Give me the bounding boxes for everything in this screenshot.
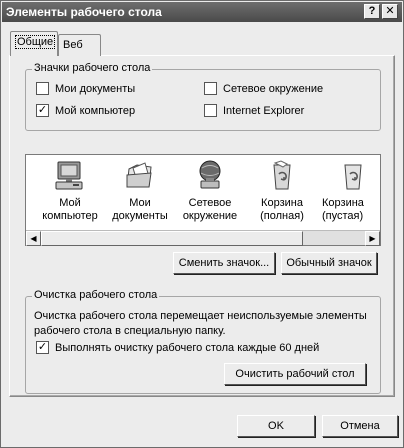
ok-button[interactable]: OK: [237, 415, 315, 437]
list-item-recycle-bin-full-line2: (полная): [260, 210, 304, 222]
list-item-recycle-bin-empty[interactable]: Корзина (пустая): [316, 159, 380, 223]
checkbox-my-computer[interactable]: ✓ Мой компьютер: [36, 104, 135, 117]
computer-icon: [55, 161, 83, 190]
arrow-right-icon: ▶: [369, 234, 376, 243]
scroll-thumb[interactable]: [41, 231, 303, 246]
desktop-cleanup-group: Очистка рабочего стола Очистка рабочего …: [25, 289, 381, 394]
network-icon: [199, 160, 221, 189]
desktop-icon-list[interactable]: Мой компьютер Мои документы Сетевое окру…: [25, 154, 381, 246]
cancel-button[interactable]: Отмена: [322, 415, 398, 437]
default-icon-button[interactable]: Обычный значок: [281, 252, 377, 274]
checkbox-network-places-label: Сетевое окружение: [223, 82, 324, 95]
clean-desktop-button[interactable]: Очистить рабочий стол: [224, 363, 366, 385]
recycle-bin-full-icon: [273, 160, 291, 190]
checkbox-internet-explorer[interactable]: Internet Explorer: [204, 104, 304, 117]
checkbox-my-computer-box[interactable]: ✓: [36, 104, 49, 117]
checkbox-cleanup-box[interactable]: ✓: [36, 341, 49, 354]
checkbox-cleanup-label: Выполнять очистку рабочего стола каждые …: [55, 341, 320, 354]
checkbox-my-documents-label: Мои документы: [55, 82, 136, 95]
dialog-window: Элементы рабочего стола ? ✕ Общие Веб Зн…: [0, 0, 404, 448]
list-item-network-places-line2: окружение: [182, 210, 238, 222]
list-item-my-documents-line1: Мои: [129, 197, 151, 209]
change-icon-button[interactable]: Сменить значок...: [173, 252, 275, 274]
checkbox-cleanup-every-60-days[interactable]: ✓ Выполнять очистку рабочего стола кажды…: [36, 341, 319, 354]
checkbox-internet-explorer-label: Internet Explorer: [223, 104, 305, 117]
checkbox-my-documents-box[interactable]: [36, 82, 49, 95]
cleanup-description: Очистка рабочего стола перемещает неиспо…: [34, 310, 367, 337]
checkbox-network-places[interactable]: Сетевое окружение: [204, 82, 323, 95]
list-item-my-computer[interactable]: Мой компьютер: [32, 159, 108, 223]
desktop-icons-group: Значки рабочего стола Мои документы ✓ Мо…: [25, 62, 381, 131]
checkbox-internet-explorer-box[interactable]: [204, 104, 217, 117]
list-item-recycle-bin-empty-line1: Корзина: [322, 197, 364, 209]
checkbox-network-places-box[interactable]: [204, 82, 217, 95]
footer-separator: [1, 405, 403, 406]
scroll-left-button[interactable]: ◀: [26, 231, 41, 246]
icon-list-scrollbar[interactable]: ◀ ▶: [26, 230, 380, 246]
checkbox-my-computer-label: Мой компьютер: [55, 104, 136, 117]
list-item-my-computer-line1: Мой: [59, 197, 81, 209]
list-item-recycle-bin-empty-line2: (пустая): [322, 210, 364, 222]
documents-icon: [126, 162, 152, 188]
tab-web-label: Веб: [63, 39, 83, 51]
list-item-my-computer-line2: компьютер: [42, 210, 98, 222]
list-item-recycle-bin-full-line1: Корзина: [261, 197, 303, 209]
desktop-icons-group-title: Значки рабочего стола: [32, 62, 153, 74]
scroll-right-button[interactable]: ▶: [365, 231, 380, 246]
tab-general-label: Общие: [15, 35, 56, 49]
list-item-network-places-line1: Сетевое: [188, 197, 232, 209]
title-bar[interactable]: Элементы рабочего стола ? ✕: [2, 2, 402, 22]
tab-general[interactable]: Общие: [10, 31, 58, 56]
help-button[interactable]: ?: [364, 4, 380, 19]
close-button[interactable]: ✕: [382, 4, 398, 19]
close-icon: ✕: [385, 5, 395, 17]
desktop-cleanup-group-title: Очистка рабочего стола: [32, 289, 160, 301]
list-item-recycle-bin-full[interactable]: Корзина (полная): [244, 159, 320, 223]
arrow-left-icon: ◀: [30, 234, 37, 243]
checkbox-my-documents[interactable]: Мои документы: [36, 82, 135, 95]
list-item-my-documents-line2: документы: [112, 210, 168, 222]
recycle-bin-empty-icon: [344, 164, 362, 190]
list-item-network-places[interactable]: Сетевое окружение: [172, 159, 248, 223]
window-title: Элементы рабочего стола: [6, 5, 162, 19]
list-item-my-documents[interactable]: Мои документы: [102, 159, 178, 223]
tab-web[interactable]: Веб: [58, 34, 101, 56]
